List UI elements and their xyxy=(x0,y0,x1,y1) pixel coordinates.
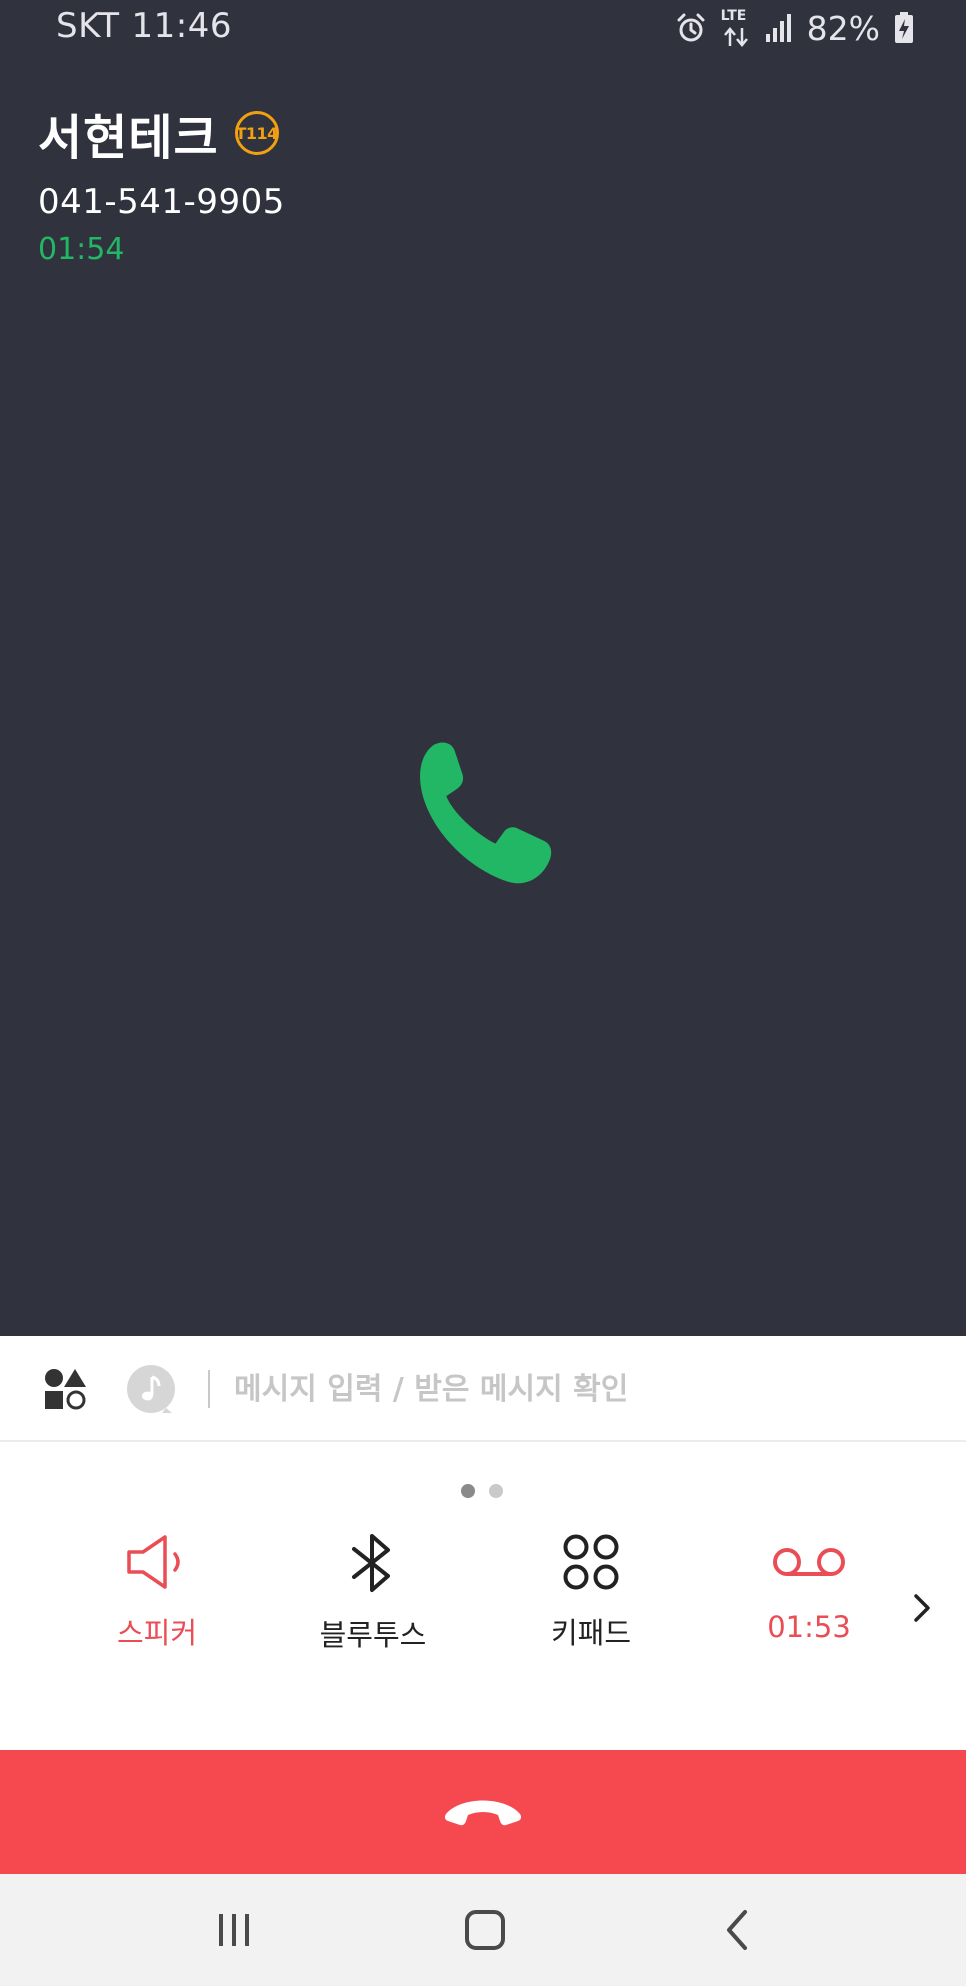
recent-apps-icon[interactable] xyxy=(204,1904,264,1956)
speaker-icon xyxy=(125,1532,189,1592)
keypad-button[interactable]: 키패드 xyxy=(491,1532,691,1652)
chevron-right-icon[interactable] xyxy=(908,1588,936,1628)
navigation-bar xyxy=(0,1874,966,1986)
page-dot-2 xyxy=(489,1484,503,1498)
page-indicator xyxy=(461,1484,503,1498)
lte-data-icon: LTE xyxy=(721,8,751,48)
call-screen: SKT 11:46 LTE 82% 서현테크 T114 041-541-9905… xyxy=(0,0,966,1986)
battery-percent: 82% xyxy=(806,8,880,48)
phone-handset-icon xyxy=(402,742,566,906)
alarm-icon xyxy=(675,12,707,44)
t114-badge[interactable]: T114 xyxy=(234,111,279,155)
message-bar xyxy=(0,1336,966,1442)
clock: 11:46 xyxy=(131,6,232,46)
speaker-label: 스피커 xyxy=(116,1616,198,1650)
status-bar: SKT 11:46 LTE 82% xyxy=(0,0,966,58)
signal-icon xyxy=(765,13,793,43)
page-dot-1 xyxy=(461,1484,475,1498)
status-right: LTE 82% xyxy=(675,8,914,48)
network-type-label: LTE xyxy=(720,8,747,24)
status-left: SKT 11:46 xyxy=(56,6,232,46)
hang-up-icon xyxy=(443,1790,523,1834)
voicemail-record-icon xyxy=(771,1532,847,1592)
keypad-icon xyxy=(561,1532,621,1592)
keypad-label: 키패드 xyxy=(550,1616,632,1650)
home-icon[interactable] xyxy=(455,1904,515,1956)
call-record-button[interactable]: 01:53 xyxy=(709,1532,909,1644)
message-input[interactable] xyxy=(234,1364,934,1414)
bluetooth-icon xyxy=(348,1532,398,1594)
caller-name-row: 서현테크 T114 xyxy=(38,98,285,168)
shapes-icon[interactable] xyxy=(44,1368,88,1410)
message-divider xyxy=(208,1370,210,1408)
end-call-button[interactable] xyxy=(0,1750,966,1874)
music-note-icon[interactable] xyxy=(126,1364,176,1414)
caller-info: 서현테크 T114 041-541-9905 01:54 xyxy=(38,98,285,267)
bluetooth-label: 블루투스 xyxy=(319,1618,427,1652)
call-controls: 스피커 블루투스 키패드 01:53 xyxy=(0,1532,966,1672)
call-duration: 01:54 xyxy=(38,232,125,267)
bluetooth-button[interactable]: 블루투스 xyxy=(273,1532,473,1654)
record-timer-label: 01:53 xyxy=(767,1610,851,1644)
speaker-button[interactable]: 스피커 xyxy=(57,1532,257,1652)
battery-charging-icon xyxy=(894,12,914,44)
carrier-label: SKT xyxy=(56,6,120,46)
call-controls-panel: 스피커 블루투스 xyxy=(0,1336,966,1750)
back-icon[interactable] xyxy=(707,1904,767,1956)
caller-name: 서현테크 xyxy=(38,110,219,166)
caller-number: 041-541-9905 xyxy=(38,182,285,222)
